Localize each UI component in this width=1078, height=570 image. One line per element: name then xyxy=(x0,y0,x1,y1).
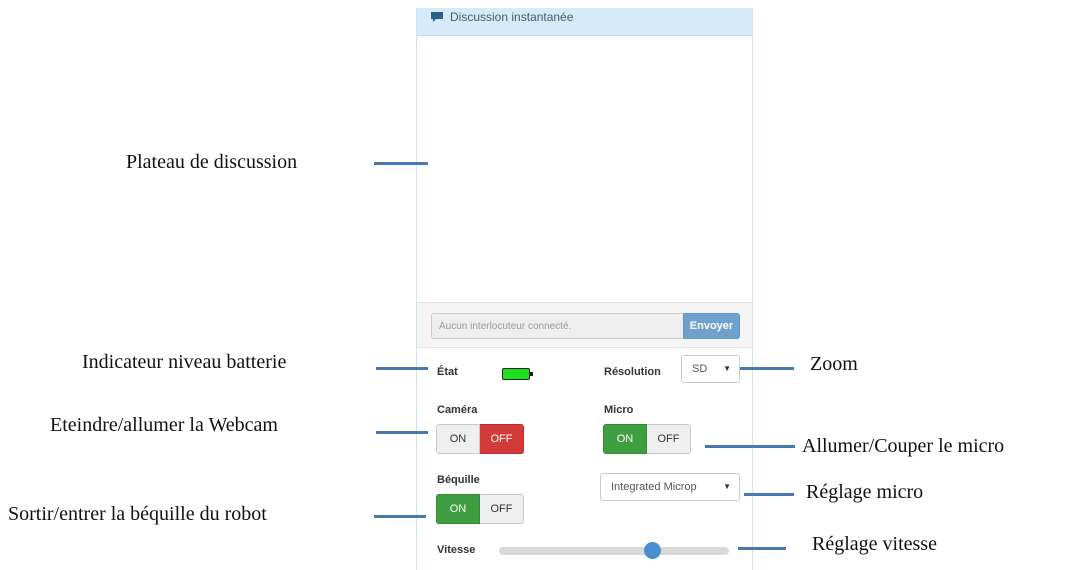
speed-slider-thumb[interactable] xyxy=(643,542,661,559)
panel-title: Discussion instantanée xyxy=(450,10,574,24)
camera-toggle[interactable]: ON OFF xyxy=(436,424,525,454)
mic-device-value: Integrated Microp xyxy=(611,481,697,493)
chat-panel: Discussion instantanée Envoyer État Réso… xyxy=(416,8,753,570)
bequille-toggle[interactable]: ON OFF xyxy=(436,494,525,524)
chat-input[interactable] xyxy=(431,313,683,339)
chat-input-row: Envoyer xyxy=(417,302,752,348)
camera-off-button[interactable]: OFF xyxy=(480,424,524,454)
micro-toggle[interactable]: ON OFF xyxy=(603,424,692,454)
send-button[interactable]: Envoyer xyxy=(683,313,740,339)
annotation-line xyxy=(376,431,428,434)
annotation-line xyxy=(705,445,795,448)
annotation-battery: Indicateur niveau batterie xyxy=(82,351,287,373)
micro-label: Micro xyxy=(604,404,634,416)
annotation-micro: Allumer/Couper le micro xyxy=(802,435,1005,457)
annotation-webcam: Eteindre/allumer la Webcam xyxy=(50,414,278,436)
bequille-label: Béquille xyxy=(437,474,480,486)
etat-label: État xyxy=(437,366,458,378)
caret-down-icon: ▼ xyxy=(723,482,731,491)
annotation-mic-setting: Réglage micro xyxy=(806,481,924,503)
chat-messages-area[interactable] xyxy=(417,36,752,302)
battery-icon xyxy=(502,368,533,380)
caret-down-icon: ▼ xyxy=(723,364,731,373)
annotation-crutch: Sortir/entrer la béquille du robot xyxy=(8,503,267,525)
bequille-off-button[interactable]: OFF xyxy=(480,494,524,524)
annotation-line xyxy=(374,162,428,165)
mic-device-select[interactable]: Integrated Microp ▼ xyxy=(600,473,740,501)
resolution-select[interactable]: SD ▼ xyxy=(681,355,740,383)
speed-slider-track[interactable] xyxy=(499,547,729,555)
annotation-chat-board: Plateau de discussion xyxy=(126,151,298,173)
annotation-line xyxy=(376,367,428,370)
bequille-on-button[interactable]: ON xyxy=(436,494,480,524)
micro-off-button[interactable]: OFF xyxy=(647,424,691,454)
camera-label: Caméra xyxy=(437,404,478,416)
vitesse-label: Vitesse xyxy=(437,544,476,556)
annotation-line xyxy=(740,367,794,370)
camera-on-button[interactable]: ON xyxy=(436,424,480,454)
annotation-line xyxy=(744,493,794,496)
micro-on-button[interactable]: ON xyxy=(603,424,647,454)
annotation-zoom: Zoom xyxy=(810,353,858,375)
annotation-speed: Réglage vitesse xyxy=(812,533,937,555)
annotation-line xyxy=(374,515,426,518)
annotation-line xyxy=(738,547,786,550)
chat-bubble-icon xyxy=(431,12,443,22)
resolution-value: SD xyxy=(692,363,708,375)
panel-header: Discussion instantanée xyxy=(417,8,752,36)
resolution-label: Résolution xyxy=(604,366,661,378)
